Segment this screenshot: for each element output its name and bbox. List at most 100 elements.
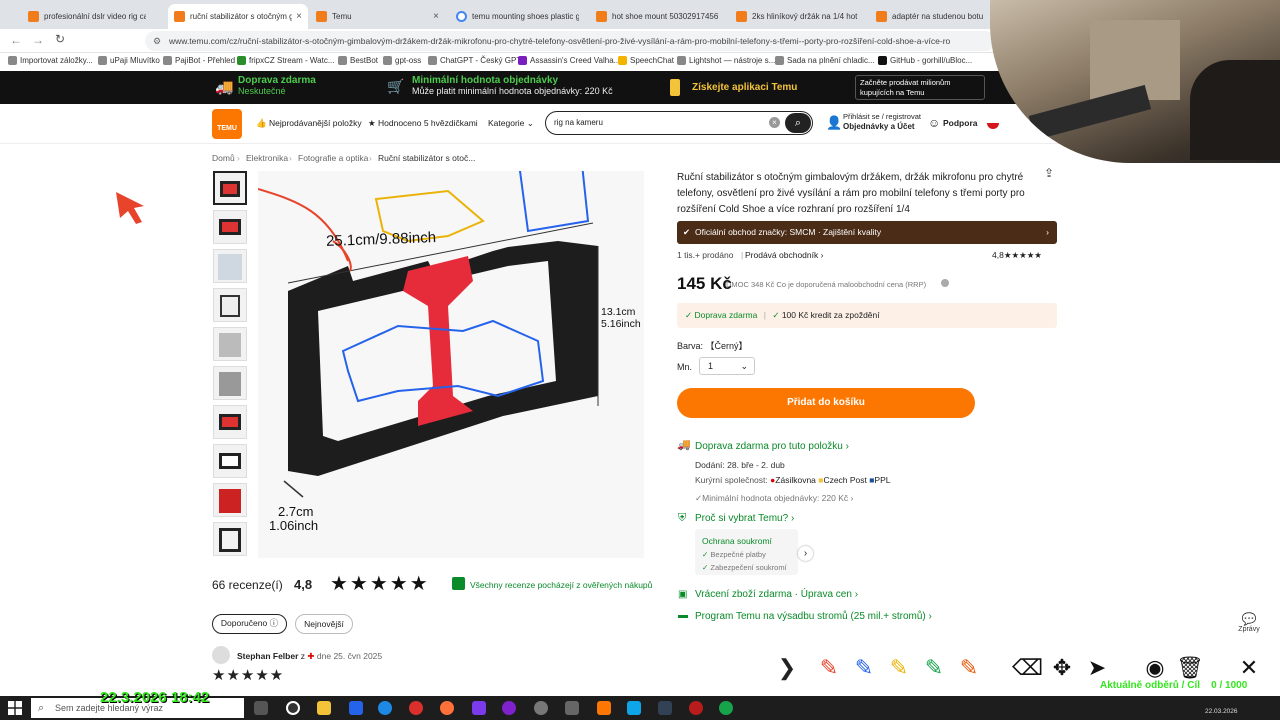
bookmark-9[interactable]: SpeechChat [618,56,674,65]
eraser-icon[interactable]: ⌫ [1012,648,1043,688]
firefox-icon[interactable] [440,701,454,715]
thumbnail-6[interactable] [213,366,247,400]
bookmark-11[interactable]: Sada na plnění chladic... [775,56,875,65]
bookmark-1[interactable]: Importovat záložky... [8,56,93,65]
why-temu-link[interactable]: Proč si vybrat Temu? › [695,513,794,524]
bookmark-3[interactable]: PajiBot - Přehled [163,56,235,65]
tab-2-active[interactable]: ruční stabilizátor s otočným gim × [168,4,308,29]
thumbnail-10[interactable] [213,522,247,556]
promo-sell[interactable]: Začněte prodávat milionům kupujících na … [855,75,985,100]
thumbnail-5[interactable] [213,327,247,361]
sort-recommended-button[interactable]: Doporučeno ⓘ [212,614,287,634]
info-icon[interactable] [941,279,949,287]
share-icon[interactable]: ⇪ [1044,166,1054,180]
opera-icon[interactable] [409,701,423,715]
rrp-text: DMOC 348 Kč Co je doporučená maloobchodn… [726,280,927,289]
close-tab-icon[interactable]: × [433,11,439,22]
promo-app[interactable]: Získejte aplikaci Temu [692,82,797,93]
app-icon[interactable] [627,701,641,715]
app-icon[interactable] [719,701,733,715]
czech-flag-icon[interactable] [987,117,999,129]
thumbnail-8[interactable] [213,444,247,478]
reload-icon[interactable]: ↻ [55,32,65,46]
pen-green-icon[interactable]: ✎ [919,648,949,688]
site-info-icon[interactable]: ⚙ [153,31,161,51]
close-tab-icon[interactable]: × [296,11,302,22]
tab-7[interactable]: adaptér na studenou botu z hli [870,4,990,29]
file-explorer-icon[interactable] [317,701,331,715]
app-icon[interactable] [565,701,579,715]
trees-link[interactable]: Program Temu na výsadbu stromů (25 mil.+… [695,611,932,622]
official-store-banner[interactable]: ✔ Oficiální obchod značky: SMCM · Zajišt… [677,221,1057,244]
breadcrumb-electronics[interactable]: Elektronika [246,153,288,163]
app-icon[interactable] [472,701,486,715]
breadcrumb-home[interactable]: Domů [212,153,235,163]
bookmark-10[interactable]: Lightshot — nástroje s... [677,56,775,65]
nav-categories[interactable]: Kategorie ⌄ [488,118,534,129]
thumbnail-7[interactable] [213,405,247,439]
forward-icon[interactable]: → [32,33,44,47]
pen-blue-icon[interactable]: ✎ [849,648,879,688]
pen-yellow-icon[interactable]: ✎ [884,648,914,688]
edge-icon[interactable] [378,701,392,715]
clear-search-icon[interactable]: × [769,117,780,128]
temu-logo[interactable]: TEMU [212,109,242,139]
app-icon[interactable] [286,701,300,715]
bookmark-6[interactable]: gpt-oss [383,56,421,65]
tab-1[interactable]: profesionální dslr video rig cage [22,4,152,29]
tab-6[interactable]: 2ks hliníkový držák na 1/4 hot s [730,4,865,29]
returns-link[interactable]: Vrácení zboží zdarma · Úprava cen › [695,589,858,600]
privacy-card[interactable]: Ochrana soukromí ✓ Bezpečné platby ✓ Zab… [695,529,798,575]
thumbnail-9[interactable] [213,483,247,517]
move-icon[interactable]: ✥ [1047,648,1077,688]
nav-five-star[interactable]: ★ Hodnoceno 5 hvězdičkami [368,118,478,129]
nav-support[interactable]: Podpora [943,118,977,128]
thumbnail-3[interactable] [213,249,247,283]
seller-link[interactable]: Prodává obchodník › [745,250,823,260]
product-rating[interactable]: 4,8★★★★★ [992,250,1042,261]
start-icon[interactable] [8,701,22,715]
bookmark-2[interactable]: uPaji Mluvítko [98,56,160,65]
tab-4[interactable]: temu mounting shoes plastic gi [450,4,585,29]
tab-5[interactable]: hot shoe mount 5030291745679 [590,4,725,29]
promo-free-shipping[interactable]: Doprava zdarma Neskutečné [238,75,316,96]
bookmark-icon [775,56,784,65]
search-button[interactable]: ⌕ [785,113,811,133]
mail-icon[interactable] [349,701,363,715]
min-order[interactable]: ✓Minimální hodnota objednávky: 220 Kč › [695,493,853,504]
bookmark-7[interactable]: ChatGPT - Český GPT [428,56,521,65]
bookmark-8[interactable]: Assassin's Creed Valha... [518,56,620,65]
sort-newest-button[interactable]: Nejnovější [295,614,353,634]
breadcrumb-photo[interactable]: Fotografie a optika [298,153,368,163]
tab-3[interactable]: Temu × [310,4,445,29]
task-view-icon[interactable] [254,701,268,715]
promo-min-order[interactable]: Minimální hodnota objednávky Může platit… [412,75,613,96]
add-to-cart-button[interactable]: Přidat do košíku [677,388,975,418]
pen-red-icon[interactable]: ✎ [814,648,844,688]
collapse-icon[interactable]: ❯ [772,648,802,688]
messages-button[interactable]: 💬 Zprávy [1230,612,1268,644]
thumbnail-4[interactable] [213,288,247,322]
bookmark-5[interactable]: BestBot [338,56,378,65]
privacy-title: Ochrana soukromí [702,536,772,546]
main-product-image[interactable]: 25.1cm/9.88inch 13.1cm 5.16inch 2.7cm 1.… [257,109,644,558]
bookmark-4[interactable]: fripxCZ Stream - Watc... [237,56,335,65]
thumbnail-1[interactable] [213,171,247,205]
pen-orange-icon[interactable]: ✎ [954,648,984,688]
free-shipping-link[interactable]: Doprava zdarma pro tuto položku › [695,441,849,452]
temu-icon[interactable] [597,701,611,715]
nav-best-sellers[interactable]: 👍 Nejprodávanější položky [256,118,362,129]
back-icon[interactable]: ← [10,33,22,47]
address-bar[interactable]: ⚙ www.temu.com/cz/ruční-stabilizátor-s-o… [145,31,995,51]
app-icon[interactable] [502,701,516,715]
quantity-select[interactable]: 1 ⌄ [699,357,755,375]
account-menu[interactable]: Přihlásit se / registrovat Objednávky a … [843,112,921,132]
dim-height: 13.1cm 5.16inch [601,306,641,330]
obs-icon[interactable] [534,701,548,715]
chevron-right-icon[interactable]: › [798,546,813,561]
bookmark-12[interactable]: GitHub - gorhill/uBloc... [878,56,972,65]
app-icon[interactable] [658,701,672,715]
thumbnail-2[interactable] [213,210,247,244]
review-rating: 4,8 [294,577,313,592]
app-icon[interactable] [689,701,703,715]
